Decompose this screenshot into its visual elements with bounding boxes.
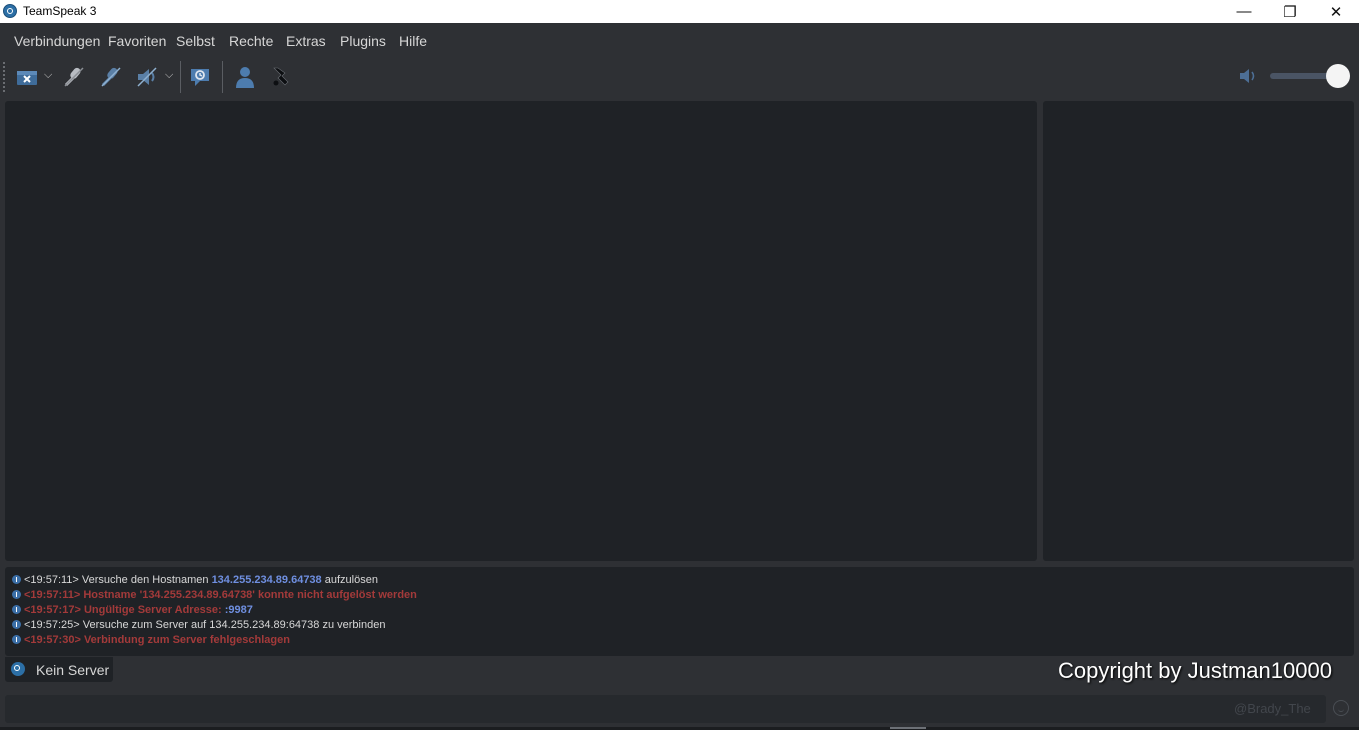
log-line: <19:57:30> Verbindung zum Server fehlges… — [12, 634, 290, 646]
menu-verbindungen[interactable]: Verbindungen — [14, 33, 100, 49]
log-time: <19:57:11> — [24, 589, 81, 601]
title-bar: TeamSpeak 3 — ❐ ✕ — [0, 0, 1359, 23]
teamspeak-logo-icon — [11, 662, 25, 676]
maximize-button[interactable]: ❐ — [1267, 0, 1313, 23]
volume-slider-knob[interactable] — [1326, 64, 1350, 88]
log-time: <19:57:17> — [24, 604, 81, 616]
mute-microphone-icon[interactable] — [62, 65, 86, 89]
log-text: aufzulösen — [321, 574, 378, 586]
close-window-button[interactable]: ✕ — [1313, 0, 1359, 23]
disconnect-icon[interactable] — [15, 65, 39, 89]
info-icon — [12, 620, 21, 629]
chevron-down-icon[interactable]: ⌵ — [165, 69, 173, 82]
menu-bar: Verbindungen Favoriten Selbst Rechte Ext… — [0, 23, 1359, 57]
log-text: Hostname '134.255.234.89.64738' konnte n… — [83, 589, 417, 601]
menu-selbst[interactable]: Selbst — [176, 33, 215, 49]
menu-plugins[interactable]: Plugins — [340, 33, 386, 49]
minimize-button[interactable]: — — [1221, 0, 1267, 23]
copyright-overlay: Copyright by Justman10000 — [1058, 658, 1332, 683]
channel-tree-panel[interactable] — [5, 101, 1037, 561]
log-time: <19:57:30> — [24, 634, 81, 646]
info-icon — [12, 605, 21, 614]
log-text: Verbindung zum Server fehlgeschlagen — [83, 634, 290, 646]
server-log[interactable]: <19:57:11> Versuche den Hostnamen 134.25… — [5, 567, 1354, 656]
away-status-icon[interactable] — [188, 65, 212, 89]
window-title: TeamSpeak 3 — [23, 4, 97, 18]
toolbar-divider — [180, 61, 181, 93]
info-panel[interactable] — [1043, 101, 1354, 561]
plugin-icon[interactable] — [269, 65, 293, 89]
info-icon — [12, 635, 21, 644]
log-time: <19:57:11> — [24, 574, 79, 586]
log-line: <19:57:17> Ungültige Server Adresse: :99… — [12, 604, 253, 616]
log-text: Ungültige Server Adresse: — [83, 604, 225, 616]
chevron-down-icon[interactable]: ⌵ — [44, 69, 52, 82]
toolbar: ⌵ ⌵ — [0, 57, 1359, 97]
volume-icon[interactable] — [1238, 66, 1258, 86]
menu-favoriten[interactable]: Favoriten — [108, 33, 166, 49]
info-icon — [12, 575, 21, 584]
menu-extras[interactable]: Extras — [286, 33, 326, 49]
chat-input[interactable] — [5, 695, 1326, 723]
info-icon — [12, 590, 21, 599]
log-line: <19:57:11> Versuche den Hostnamen 134.25… — [12, 574, 378, 586]
log-text: Versuche den Hostnamen — [81, 574, 212, 586]
scroll-indicator — [890, 727, 926, 729]
log-host-link[interactable]: 134.255.234.89.64738 — [212, 574, 322, 586]
log-host-link[interactable]: :9987 — [225, 604, 253, 616]
teamspeak-logo-icon — [3, 4, 17, 18]
log-line: <19:57:25> Versuche zum Server auf 134.2… — [12, 619, 385, 631]
toolbar-divider — [222, 61, 223, 93]
server-tab[interactable]: Kein Server — [5, 657, 113, 682]
menu-rechte[interactable]: Rechte — [229, 33, 273, 49]
toolbar-grip[interactable] — [3, 62, 5, 92]
contacts-icon[interactable] — [233, 65, 257, 89]
log-line: <19:57:11> Hostname '134.255.234.89.6473… — [12, 589, 417, 601]
mute-microphone-alt-icon[interactable] — [99, 65, 123, 89]
log-text: Versuche zum Server auf 134.255.234.89:6… — [82, 619, 386, 631]
speaker-icon[interactable] — [135, 65, 159, 89]
server-tab-label: Kein Server — [36, 662, 110, 678]
watermark-text: @Brady_The — [1234, 701, 1311, 716]
log-time: <19:57:25> — [24, 619, 80, 631]
menu-hilfe[interactable]: Hilfe — [399, 33, 427, 49]
emoji-icon[interactable] — [1333, 700, 1349, 716]
